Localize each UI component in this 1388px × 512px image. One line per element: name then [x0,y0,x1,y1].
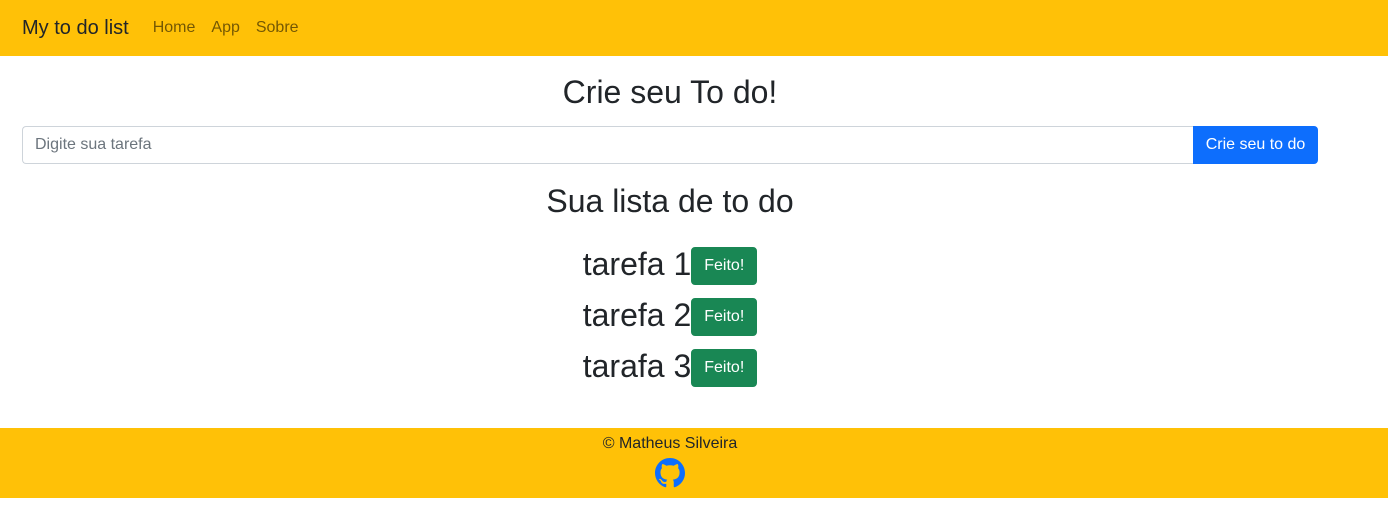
todo-item: tarefa 1 Feito! [0,238,1340,289]
todo-item-text: tarefa 1 [582,245,692,282]
page-title: Crie seu To do! [562,74,778,110]
list-title: Sua lista de to do [546,183,794,219]
copyright-text: © Matheus Silveira [602,435,738,452]
navbar-brand[interactable]: My to do list [22,17,129,40]
github-icon [655,458,685,492]
footer: © Matheus Silveira [0,428,1388,498]
done-button[interactable]: Feito! [691,348,758,387]
done-button[interactable]: Feito! [691,297,758,336]
nav-link-app[interactable]: App [211,19,239,37]
task-input[interactable] [22,126,1193,164]
create-todo-button[interactable]: Crie seu to do [1193,126,1318,164]
todo-item-text: tarafa 3 [582,347,692,384]
create-todo-form: Crie seu to do [22,126,1318,164]
navbar: My to do list Home App Sobre [0,0,1388,56]
nav-link-home[interactable]: Home [153,19,196,37]
nav-link-sobre[interactable]: Sobre [256,19,299,37]
todo-item: tarefa 2 Feito! [0,289,1340,340]
todo-item-text: tarefa 2 [582,296,692,333]
done-button[interactable]: Feito! [691,246,758,285]
todo-item: tarafa 3 Feito! [0,340,1340,391]
github-link[interactable] [655,458,685,488]
todo-list: tarefa 1 Feito! tarefa 2 Feito! tarafa 3… [0,238,1340,391]
